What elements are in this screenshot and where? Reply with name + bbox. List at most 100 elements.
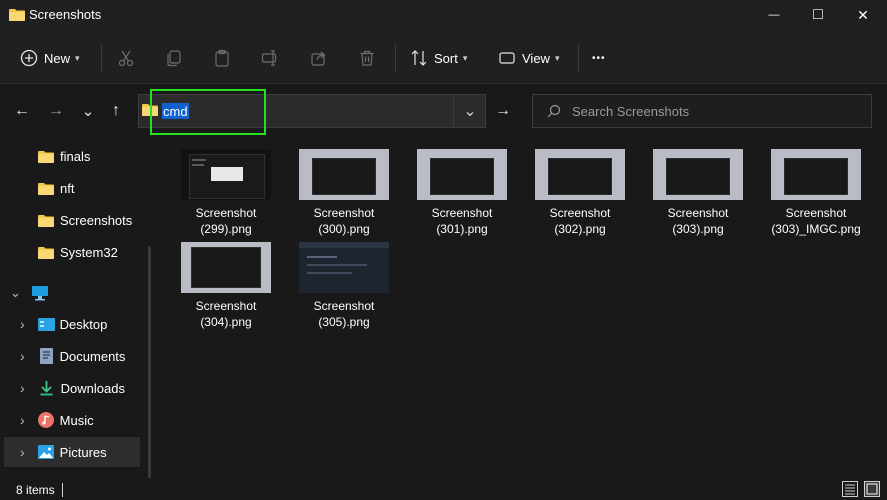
sidebar-item-pictures[interactable]: › Pictures bbox=[4, 437, 140, 467]
more-options-button[interactable]: ••• bbox=[592, 44, 606, 72]
recent-locations-button[interactable]: ⌄ bbox=[76, 98, 100, 124]
paste-icon bbox=[215, 49, 229, 67]
sidebar-item-downloads[interactable]: › Downloads bbox=[4, 373, 140, 403]
forward-button[interactable]: → bbox=[44, 98, 68, 124]
file-name-line: Screenshot bbox=[431, 206, 493, 220]
arrow-left-icon: ← bbox=[14, 102, 30, 119]
file-name-line: Screenshot bbox=[667, 206, 729, 220]
file-item[interactable] bbox=[299, 242, 389, 293]
file-thumbnail bbox=[299, 149, 389, 200]
pictures-icon bbox=[37, 445, 54, 459]
address-dropdown-button[interactable]: ⌄ bbox=[453, 94, 486, 128]
documents-icon bbox=[39, 348, 53, 364]
folder-icon bbox=[38, 182, 54, 195]
maximize-button[interactable]: □ bbox=[795, 0, 841, 30]
view-button[interactable]: View ▾ bbox=[498, 44, 559, 72]
file-name-line: Screenshot bbox=[313, 206, 375, 220]
sidebar-item-nft[interactable]: nft bbox=[4, 173, 140, 203]
toolbar-divider bbox=[578, 44, 579, 72]
file-name-line: Screenshot bbox=[195, 206, 257, 220]
file-name-line: Screenshot bbox=[195, 299, 257, 313]
file-name-line: (305).png bbox=[318, 315, 370, 329]
more-icon: ••• bbox=[592, 52, 606, 64]
view-icon bbox=[499, 52, 515, 64]
file-item[interactable] bbox=[417, 149, 507, 200]
window-title: Screenshots bbox=[29, 7, 102, 22]
new-button[interactable]: New ▾ bbox=[20, 44, 80, 72]
file-item[interactable] bbox=[181, 149, 271, 200]
file-name: Screenshot (302).png bbox=[521, 205, 639, 237]
rename-button[interactable] bbox=[256, 44, 284, 72]
cut-button[interactable] bbox=[112, 44, 140, 72]
file-item[interactable] bbox=[535, 149, 625, 200]
sidebar-item-this-pc[interactable]: ⌄ bbox=[4, 278, 140, 308]
file-name: Screenshot (301).png bbox=[403, 205, 521, 237]
toolbar-divider bbox=[101, 44, 102, 72]
close-button[interactable]: ✕ bbox=[840, 0, 886, 30]
file-name-line: Screenshot bbox=[313, 299, 375, 313]
file-item[interactable] bbox=[771, 149, 861, 200]
highlight-box bbox=[150, 89, 266, 135]
sidebar-item-label: finals bbox=[60, 148, 91, 164]
sidebar-item-label: Desktop bbox=[59, 316, 108, 332]
sidebar-scrollbar[interactable] bbox=[148, 246, 151, 486]
sidebar-item-music[interactable]: › Music bbox=[4, 405, 140, 435]
search-placeholder: Search Screenshots bbox=[572, 104, 690, 119]
sidebar-item-desktop[interactable]: › Desktop bbox=[4, 309, 140, 339]
file-item[interactable] bbox=[653, 149, 743, 200]
folder-icon bbox=[38, 214, 54, 227]
copy-icon bbox=[167, 50, 181, 67]
folder-icon bbox=[9, 9, 25, 21]
sidebar-item-documents[interactable]: › Documents bbox=[4, 341, 140, 371]
status-divider bbox=[62, 483, 63, 497]
sort-icon bbox=[411, 50, 427, 66]
music-icon bbox=[37, 412, 54, 428]
status-bar bbox=[0, 478, 887, 500]
delete-button[interactable] bbox=[353, 44, 381, 72]
sidebar-item-label: System32 bbox=[60, 244, 118, 260]
large-icons-view-icon[interactable] bbox=[864, 481, 880, 497]
chevron-down-icon: ▾ bbox=[554, 52, 560, 63]
chevron-right-icon[interactable]: › bbox=[20, 412, 25, 428]
sort-button[interactable]: Sort ▾ bbox=[410, 44, 467, 72]
go-button[interactable]: → bbox=[488, 94, 518, 128]
share-icon bbox=[311, 51, 326, 66]
back-button[interactable]: ← bbox=[10, 98, 34, 124]
file-name: Screenshot (303).png bbox=[639, 205, 757, 237]
minimize-icon: — bbox=[768, 9, 780, 21]
view-label: View bbox=[522, 50, 550, 66]
file-name-line: (304).png bbox=[200, 315, 252, 329]
chevron-down-icon: ⌄ bbox=[463, 103, 477, 120]
sidebar-item-screenshots[interactable]: Screenshots bbox=[4, 205, 140, 235]
minimize-button[interactable]: — bbox=[751, 0, 797, 30]
sidebar-item-system32[interactable]: System32 bbox=[4, 237, 140, 267]
chevron-right-icon[interactable]: › bbox=[20, 348, 25, 364]
toolbar-divider bbox=[395, 44, 396, 72]
file-thumbnail bbox=[299, 242, 389, 293]
details-view-icon[interactable] bbox=[842, 481, 858, 497]
up-button[interactable]: ↑ bbox=[104, 98, 128, 124]
sidebar-item-label: Screenshots bbox=[60, 212, 133, 228]
file-item[interactable] bbox=[299, 149, 389, 200]
new-label: New bbox=[44, 50, 71, 66]
copy-button[interactable] bbox=[160, 44, 188, 72]
sidebar-item-finals[interactable]: finals bbox=[4, 141, 140, 171]
chevron-right-icon[interactable]: › bbox=[20, 316, 25, 332]
chevron-right-icon[interactable]: › bbox=[20, 380, 25, 396]
file-item[interactable] bbox=[181, 242, 271, 293]
file-name-line: (301).png bbox=[436, 222, 488, 236]
chevron-down-icon[interactable]: ⌄ bbox=[10, 285, 21, 301]
file-thumbnail bbox=[653, 149, 743, 200]
chevron-down-icon: ▾ bbox=[75, 52, 80, 63]
share-button[interactable] bbox=[305, 44, 333, 72]
file-thumbnail bbox=[535, 149, 625, 200]
search-icon bbox=[547, 104, 561, 118]
sidebar-item-label: Documents bbox=[59, 348, 126, 364]
file-name-line: (303)_IMGC.png bbox=[771, 222, 861, 236]
chevron-right-icon[interactable]: › bbox=[20, 444, 25, 460]
file-name: Screenshot (299).png bbox=[167, 205, 285, 237]
paste-button[interactable] bbox=[208, 44, 236, 72]
sort-label: Sort bbox=[434, 50, 458, 66]
file-name: Screenshot (305).png bbox=[285, 298, 403, 330]
file-name-line: (299).png bbox=[200, 222, 252, 236]
